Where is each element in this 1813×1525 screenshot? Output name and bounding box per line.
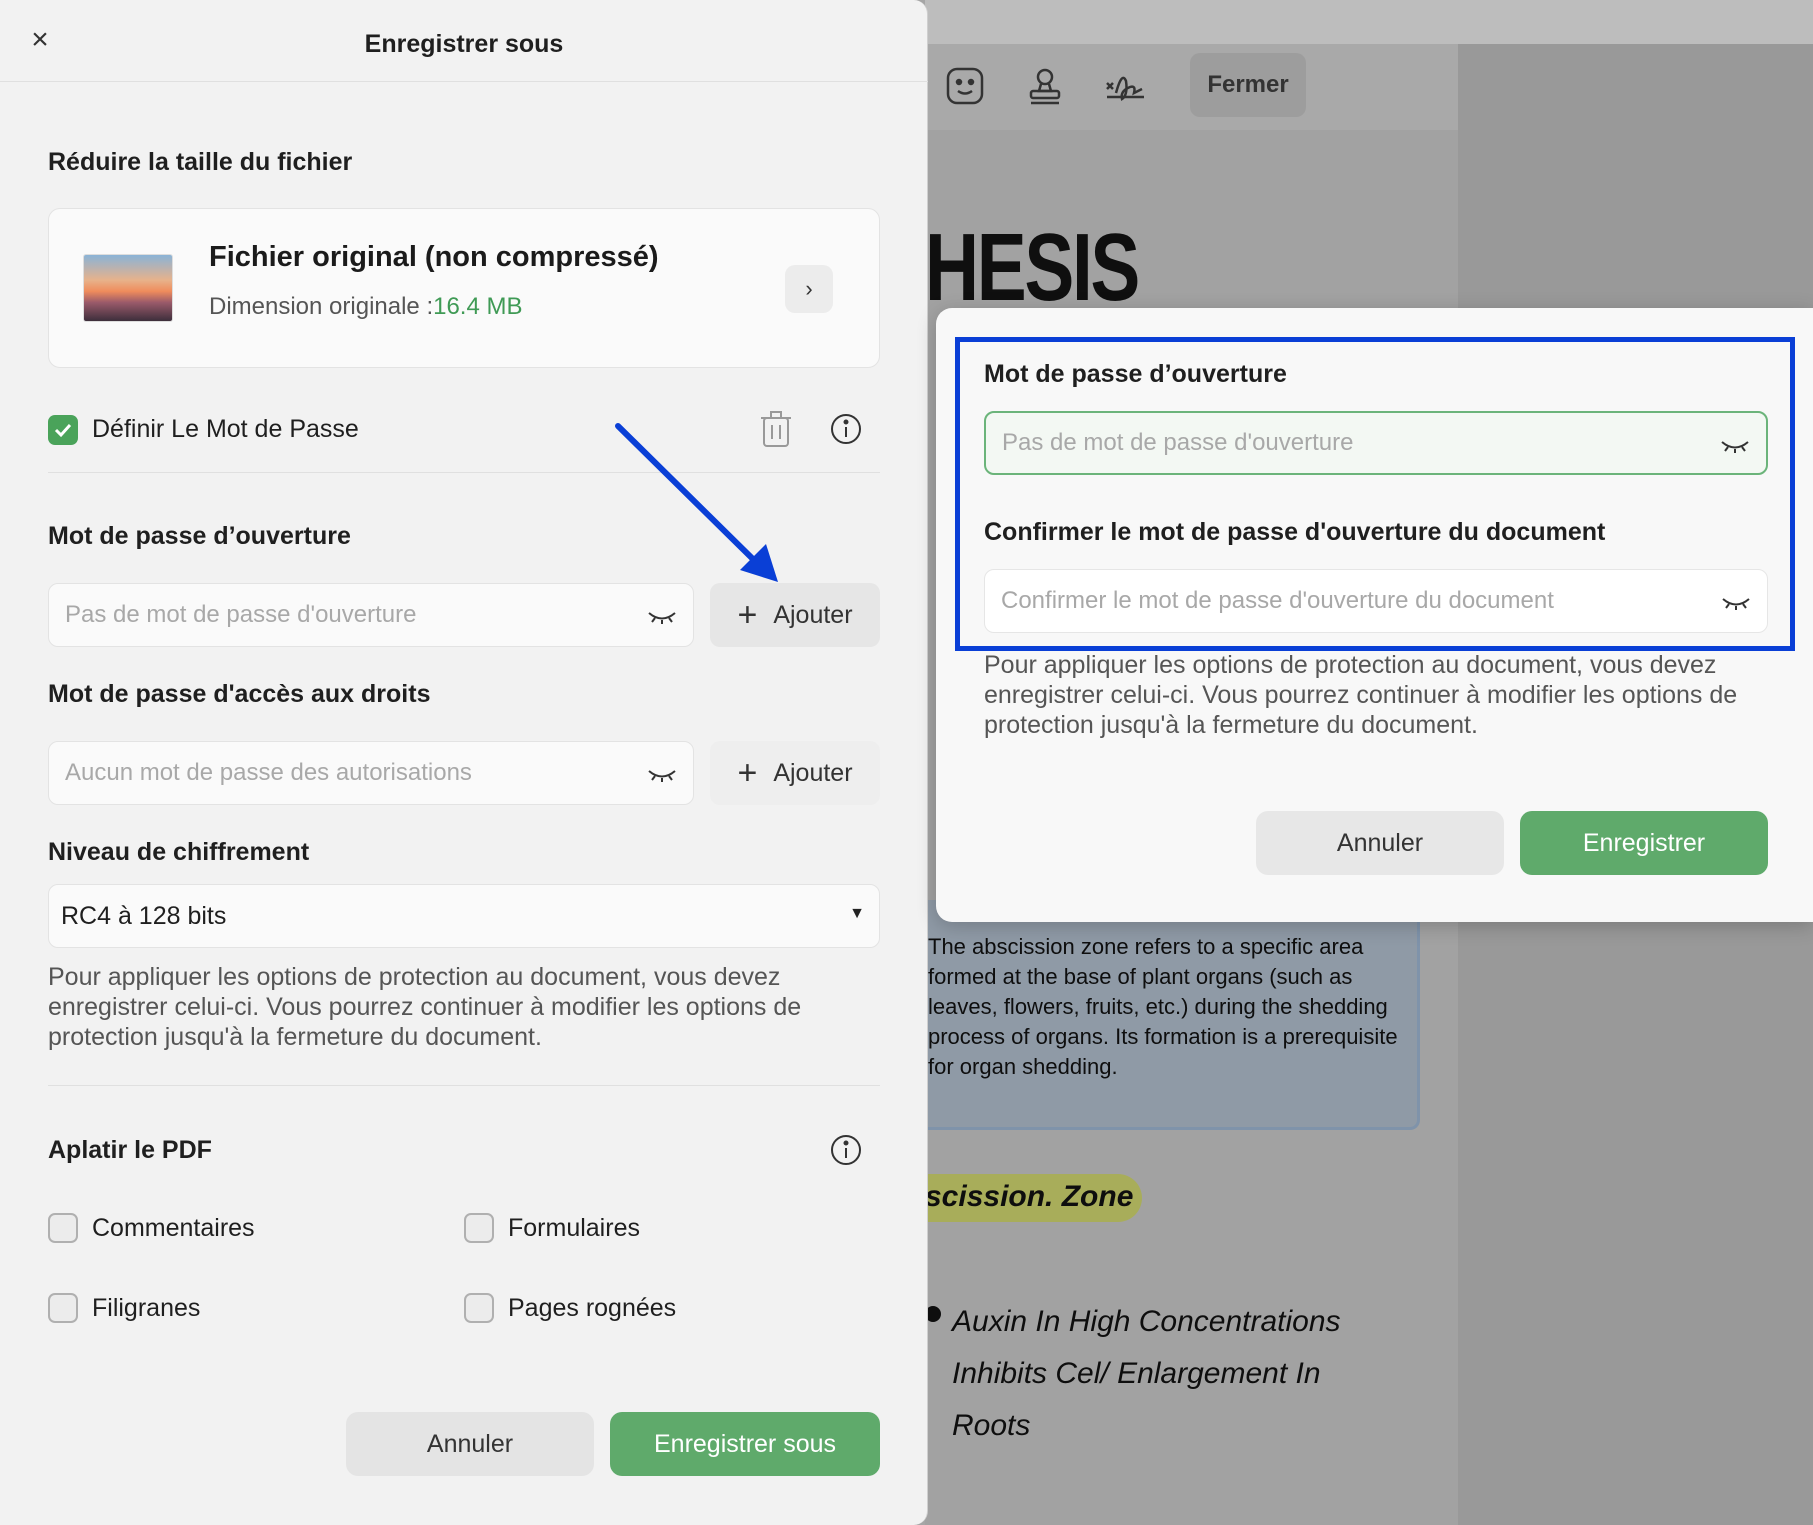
eye-closed-icon[interactable] [1721,590,1751,614]
eye-closed-icon[interactable] [1720,433,1750,457]
protection-note: Pour appliquer les options de protection… [48,963,802,1051]
add-label: Ajouter [773,600,853,629]
file-thumbnail [84,255,172,321]
comments-checkbox[interactable] [48,1213,78,1243]
save-as-dialog: × Enregistrer sous Réduire la taille du … [0,0,928,1525]
popup-cancel-button[interactable]: Annuler [1256,811,1504,875]
size-prefix: Dimension originale : [209,293,434,320]
file-size-card[interactable]: Fichier original (non compressé) Dimensi… [48,208,880,368]
encryption-select[interactable]: RC4 à 128 bits ▼ [48,884,880,948]
annotation-arrow-icon [615,423,778,582]
open-password-title: Mot de passe d’ouverture [48,522,351,550]
eye-closed-icon[interactable] [647,604,677,628]
popup-open-password-title: Mot de passe d’ouverture [984,360,1287,388]
file-card-title: Fichier original (non compressé) [209,241,659,273]
sticker-icon[interactable] [937,58,993,114]
stamp-icon[interactable] [1017,58,1073,114]
open-password-input[interactable]: Pas de mot de passe d'ouverture [48,583,694,647]
rights-password-input[interactable]: Aucun mot de passe des autorisations [48,741,694,805]
popup-confirm-password-input[interactable]: Confirmer le mot de passe d'ouverture du… [984,569,1768,633]
zone-label: scission. Zone [925,1180,1134,1213]
file-card-size: Dimension originale :16.4 MB [209,293,523,321]
dropdown-arrow-icon: ▼ [849,905,865,922]
popup-confirm-placeholder: Confirmer le mot de passe d'ouverture du… [1001,587,1554,614]
encryption-title: Niveau de chiffrement [48,838,310,866]
divider [48,1085,880,1086]
info-icon[interactable] [826,1130,866,1170]
popup-save-button[interactable]: Enregistrer [1520,811,1768,875]
info-icon[interactable] [826,409,866,449]
cropped-pages-checkbox[interactable] [464,1293,494,1323]
forms-checkbox[interactable] [464,1213,494,1243]
signature-icon[interactable] [1097,58,1153,114]
add-rights-password-button[interactable]: + Ajouter [710,741,880,805]
popup-confirm-title: Confirmer le mot de passe d'ouverture du… [984,518,1606,546]
reduce-size-title: Réduire la taille du fichier [48,148,353,176]
document-paragraph: The abscission zone refers to a specific… [928,934,1398,1079]
cancel-button[interactable]: Annuler [346,1412,594,1476]
forms-label: Formulaires [508,1214,640,1242]
encryption-value: RC4 à 128 bits [61,901,227,930]
dialog-title: Enregistrer sous [364,30,564,58]
plus-icon: + [737,754,758,792]
comments-label: Commentaires [92,1214,255,1242]
app-titlebar [925,0,1813,44]
dialog-header: × Enregistrer sous [0,0,928,82]
popup-open-password-placeholder: Pas de mot de passe d'ouverture [1002,429,1354,456]
flatten-title: Aplatir le PDF [48,1136,212,1164]
size-value: 16.4 MB [433,293,523,320]
popup-open-password-input[interactable]: Pas de mot de passe d'ouverture [984,411,1768,475]
open-password-placeholder: Pas de mot de passe d'ouverture [65,601,417,628]
plus-icon: + [737,596,758,634]
save-as-button[interactable]: Enregistrer sous [610,1412,880,1476]
set-password-label: Définir Le Mot de Passe [92,415,359,443]
eye-closed-icon[interactable] [647,762,677,786]
set-password-checkbox[interactable] [48,415,78,445]
popup-protection-note: Pour appliquer les options de protection… [984,651,1738,739]
close-document-button[interactable]: Fermer [1190,53,1306,117]
document-heading: HESIS [925,214,1140,321]
watermarks-label: Filigranes [92,1294,201,1322]
rights-password-title: Mot de passe d'accès aux droits [48,680,431,708]
cropped-pages-label: Pages rognées [508,1294,677,1322]
rights-password-placeholder: Aucun mot de passe des autorisations [65,759,472,786]
bullet-text: Auxin In High Concentrations Inhibits Ce… [952,1305,1341,1442]
add-label: Ajouter [773,758,853,787]
chevron-right-icon[interactable]: › [785,265,833,313]
watermarks-checkbox[interactable] [48,1293,78,1323]
